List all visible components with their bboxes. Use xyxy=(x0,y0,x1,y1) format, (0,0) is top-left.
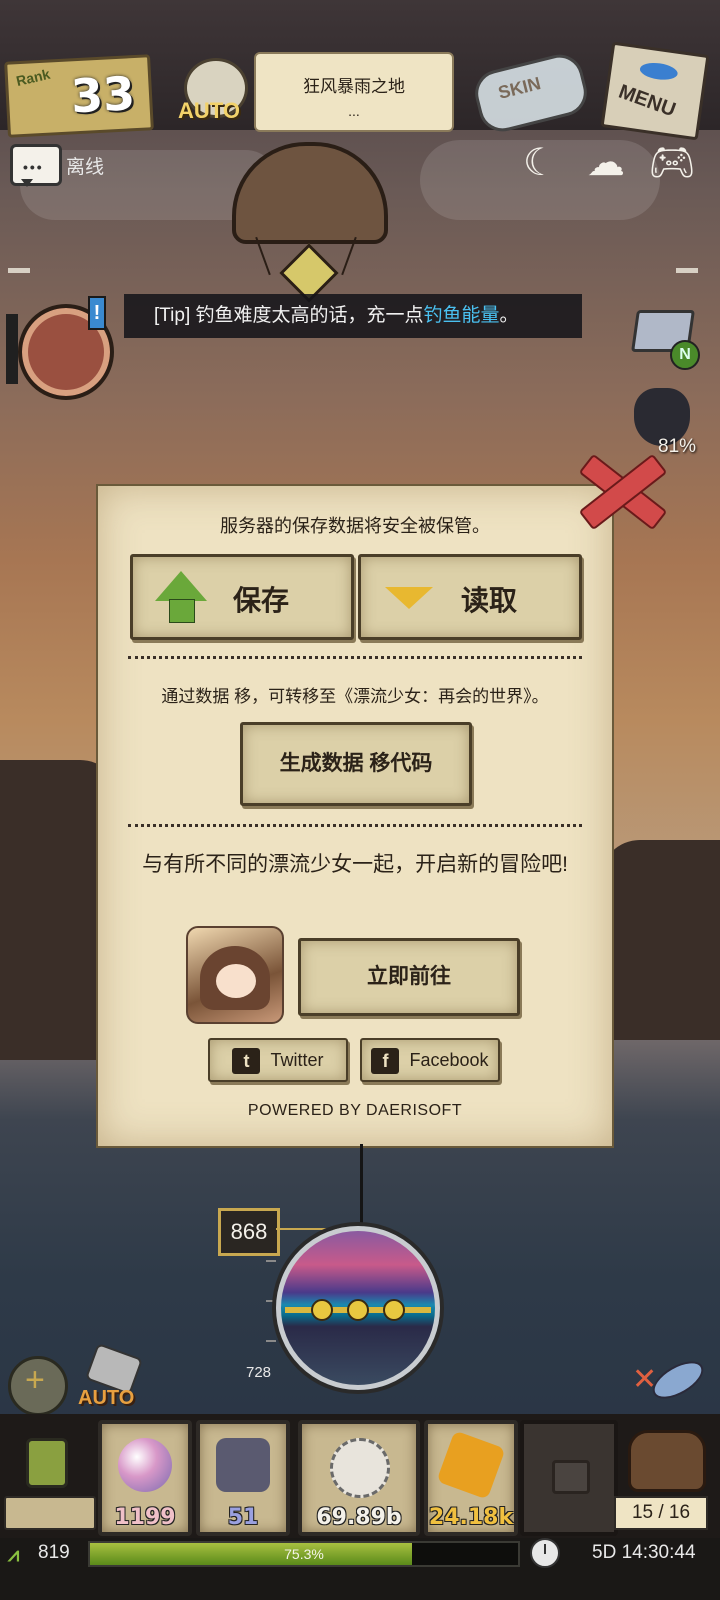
arrow-down-icon xyxy=(385,587,433,609)
spider-web-icon xyxy=(216,1438,270,1492)
player-level: 819 xyxy=(38,1542,70,1563)
skin-button[interactable]: SKIN xyxy=(470,49,594,137)
save-button[interactable]: 保存 xyxy=(130,554,354,640)
parachute-drop[interactable] xyxy=(232,142,388,303)
bag-icon xyxy=(628,1430,706,1492)
lock-icon xyxy=(552,1460,590,1494)
shop-cart-button[interactable]: N xyxy=(628,300,700,370)
close-button[interactable] xyxy=(566,446,668,531)
inventory-slot-shell[interactable]: 69.89b xyxy=(298,1420,420,1536)
orb-count: 1199 xyxy=(114,1505,176,1530)
parachute-canopy xyxy=(232,142,388,244)
character-face xyxy=(216,964,256,998)
shell-count: 69.89b xyxy=(316,1505,402,1530)
cloud-upload-icon[interactable]: ☁ xyxy=(582,140,630,186)
arrow-up-icon xyxy=(155,571,207,601)
twitter-icon: t xyxy=(232,1048,261,1075)
shell-icon xyxy=(330,1438,390,1498)
lantern-glass xyxy=(26,1438,68,1488)
offline-status: 离线 xyxy=(66,157,105,178)
depth-tick xyxy=(266,1300,276,1302)
menu-label: MENU xyxy=(615,80,679,122)
bag-button[interactable] xyxy=(618,1420,714,1500)
moon-icon[interactable]: ☾ xyxy=(516,140,564,186)
min-depth-label: 728 xyxy=(246,1364,272,1381)
avatar-side-bar xyxy=(6,314,18,384)
auto-fishing-label: AUTO xyxy=(78,1387,135,1409)
depth-tick xyxy=(266,1260,276,1262)
gold-ore-icon xyxy=(436,1430,506,1500)
game-app-icon[interactable] xyxy=(186,926,284,1024)
facebook-button[interactable]: f Facebook xyxy=(360,1038,500,1082)
clock-icon xyxy=(530,1538,560,1568)
divider xyxy=(128,656,582,659)
depth-readout: 868 xyxy=(218,1208,280,1256)
transfer-code-button[interactable]: 生成数据 移代码 xyxy=(240,722,472,806)
powered-by: POWERED BY DAERISOFT xyxy=(247,1102,463,1119)
fishing-gauge[interactable] xyxy=(276,1226,440,1390)
twitter-label: Twitter xyxy=(270,1050,324,1070)
bag-capacity: 15 / 16 xyxy=(614,1496,708,1530)
gold-count: 24.18k xyxy=(428,1505,514,1530)
lantern-icon[interactable] xyxy=(8,1420,88,1500)
xp-bar: 75.3% xyxy=(88,1541,520,1567)
promo-text: 与有所不同的漂流少女一起，开启新的冒险吧! xyxy=(142,853,568,876)
rank-badge[interactable]: Rank 33 xyxy=(4,54,154,138)
locked-slot[interactable] xyxy=(520,1420,618,1536)
chat-icon: ••• xyxy=(23,159,44,175)
web-count: 51 xyxy=(227,1505,259,1530)
tip-suffix: 。 xyxy=(499,305,519,326)
save-label: 保存 xyxy=(233,585,290,616)
menu-button[interactable]: MENU xyxy=(600,41,710,141)
divider xyxy=(128,824,582,827)
fishing-line xyxy=(360,1144,363,1234)
cross-mark-icon: ✕ xyxy=(632,1363,658,1396)
inventory-slot-gold[interactable]: 24.18k xyxy=(424,1420,518,1536)
rank-label: Rank xyxy=(14,65,52,90)
facebook-label: Facebook xyxy=(409,1050,489,1070)
auto-fishing-button[interactable]: AUTO xyxy=(78,1342,148,1410)
load-button[interactable]: 读取 xyxy=(358,554,582,640)
tip-highlight: 钓鱼能量 xyxy=(423,305,500,326)
play-time: 5D 14:30:44 xyxy=(592,1542,696,1563)
edge-marker xyxy=(8,268,30,273)
compass-icon[interactable] xyxy=(8,1356,68,1416)
lantern-meter xyxy=(4,1496,96,1530)
gauge-bead xyxy=(383,1299,405,1321)
gauge-bead xyxy=(347,1299,369,1321)
new-badge: N xyxy=(670,340,700,370)
fish-icon xyxy=(638,60,679,82)
gamepad-icon[interactable]: 🎮︎ xyxy=(648,140,696,186)
tip-prefix: [Tip] 钓鱼难度太高的话，充一点 xyxy=(154,305,424,326)
go-now-button[interactable]: 立即前往 xyxy=(298,938,520,1016)
depth-tick xyxy=(266,1340,276,1342)
tip-banner: [Tip] 钓鱼难度太高的话，充一点钓鱼能量。 xyxy=(124,294,582,338)
twitter-button[interactable]: t Twitter xyxy=(208,1038,348,1082)
arrow-up-stem xyxy=(169,599,195,623)
transfer-notice: 通过数据 移，可转移至《漂流少女：再会的世界》。 xyxy=(161,687,549,706)
auto-button[interactable]: AUTO xyxy=(178,58,250,126)
facebook-icon: f xyxy=(371,1048,400,1075)
server-notice: 服务器的保存数据将安全被保管。 xyxy=(220,516,490,536)
boat-right xyxy=(600,840,720,1040)
inventory-slot-web[interactable]: 51 xyxy=(196,1420,290,1536)
load-label: 读取 xyxy=(461,585,518,616)
orb-icon xyxy=(118,1438,172,1492)
xp-percent: 75.3% xyxy=(284,1546,324,1562)
location-name: 狂风暴雨之地 xyxy=(303,77,405,96)
level-icon: ⩘ xyxy=(8,1544,20,1566)
cloud-save-dialog: 服务器的保存数据将安全被保管。 保存 读取 通过数据 移，可转移至《漂流少女：再… xyxy=(96,484,614,1148)
gauge-bead xyxy=(311,1299,333,1321)
location-scroll[interactable]: 狂风暴雨之地 ... xyxy=(254,52,454,132)
edge-marker xyxy=(676,268,698,273)
chat-button[interactable]: ••• xyxy=(10,144,62,187)
auto-label: AUTO xyxy=(178,98,240,123)
rank-value: 33 xyxy=(69,66,137,124)
fish-collection-button[interactable]: ✕ xyxy=(632,1350,710,1412)
inventory-slot-orb[interactable]: 1199 xyxy=(98,1420,192,1536)
alert-icon: ! xyxy=(88,296,106,330)
location-sub: ... xyxy=(348,103,360,119)
